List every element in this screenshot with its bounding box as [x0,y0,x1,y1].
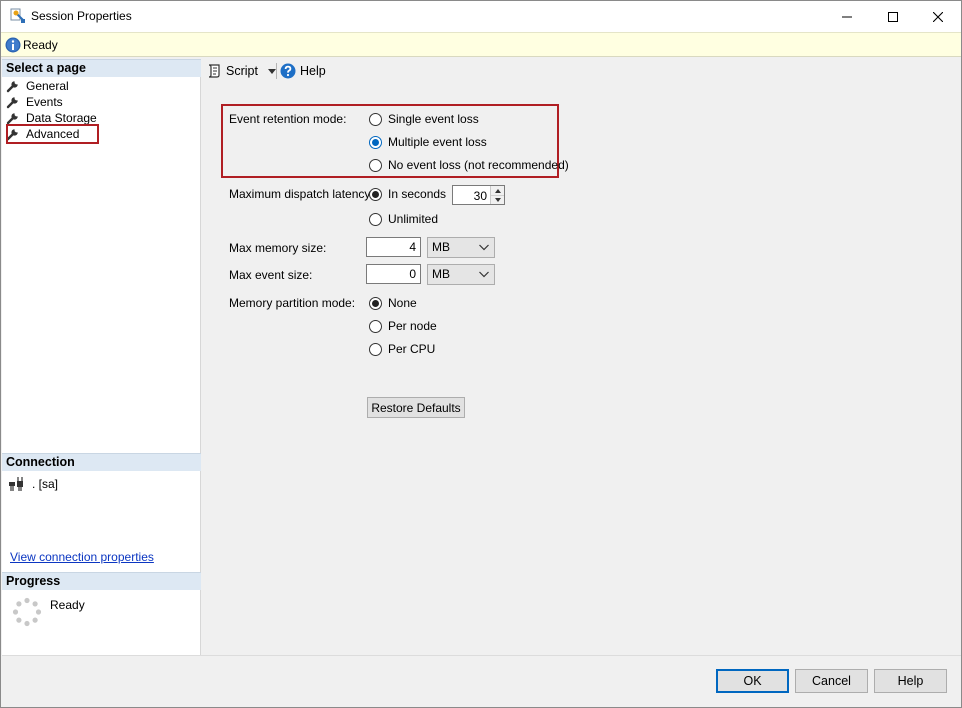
chevron-down-icon [479,244,489,251]
connection-value: . [sa] [32,477,59,491]
dispatch-seconds-value: 30 [473,189,487,203]
left-pane: Select a page General Events Data Storag… [2,59,201,655]
session-properties-window: Session Properties Ready Select a page G… [0,0,962,708]
script-label: Script [226,64,258,78]
status-strip: Ready [1,32,961,57]
minimize-button[interactable] [824,1,870,32]
toolbar: Script Help [203,59,961,83]
radio-label: Unlimited [388,212,439,226]
title-bar: Session Properties [1,1,961,32]
max-event-size-unit-select[interactable]: MB [427,264,495,285]
radio-partition-per-cpu[interactable]: Per CPU [369,341,435,357]
stepper-up-button[interactable] [491,186,504,195]
radio-partition-per-node[interactable]: Per node [369,318,437,334]
radio-circle [369,135,382,149]
script-button[interactable]: Script [206,62,276,80]
memory-partition-label: Memory partition mode: [229,296,356,310]
connection-icon [9,477,23,491]
radio-circle [369,187,382,201]
dispatch-seconds-stepper[interactable]: 30 [452,185,505,205]
connection-info: . [sa] [8,476,58,492]
window-title: Session Properties [31,9,132,23]
radio-circle [369,296,382,310]
radio-in-seconds[interactable]: In seconds [369,186,446,202]
progress-spinner-icon [12,597,42,627]
radio-multiple-event-loss[interactable]: Multiple event loss [369,134,487,150]
wrench-icon [6,113,18,125]
radio-partition-none[interactable]: None [369,295,417,311]
chevron-up-icon [494,188,501,193]
radio-single-event-loss[interactable]: Single event loss [369,111,479,127]
view-connection-properties-link[interactable]: View connection properties [10,550,154,564]
help-button[interactable]: Help [874,669,947,693]
event-retention-label: Event retention mode: [229,112,347,126]
info-icon [5,37,21,53]
ok-button[interactable]: OK [716,669,789,693]
chevron-down-icon [494,198,501,202]
radio-circle [369,112,382,126]
close-button[interactable] [915,1,961,32]
minimize-icon [842,16,852,17]
right-pane: Script Help Event retention mode: Single… [203,59,961,655]
page-item-label: Data Storage [26,111,97,125]
close-icon [933,11,943,22]
radio-label: None [388,296,417,310]
help-icon [280,63,296,79]
chevron-down-icon [479,271,489,278]
help-toolbar-button[interactable]: Help [280,62,326,80]
radio-no-event-loss[interactable]: No event loss (not recommended) [369,157,569,173]
page-item-label: Events [26,95,63,109]
radio-circle [369,342,382,356]
app-icon [10,8,25,23]
progress-header: Progress [2,572,201,590]
wrench-icon [6,81,18,93]
wrench-icon [6,97,18,109]
progress-status: Ready [50,598,85,612]
max-memory-label: Max memory size: [229,241,327,255]
dialog-footer: OK Cancel Help [2,655,961,707]
selected-page-highlight [6,124,99,144]
select-value: MB [432,267,450,281]
max-memory-unit-select[interactable]: MB [427,237,495,258]
radio-label: In seconds [388,187,447,201]
max-memory-input[interactable]: 4 [366,237,421,257]
radio-unlimited[interactable]: Unlimited [369,211,438,227]
max-event-size-input[interactable]: 0 [366,264,421,284]
page-item-general[interactable]: General [6,78,69,94]
select-page-header: Select a page [2,59,201,77]
help-label: Help [300,64,326,78]
maximize-button[interactable] [870,1,916,32]
radio-label: Multiple event loss [388,135,487,149]
stepper-down-button[interactable] [491,195,504,204]
maximize-icon [888,11,898,22]
radio-label: Single event loss [388,112,479,126]
dropdown-arrow-icon [267,68,276,74]
radio-label: No event loss (not recommended) [388,158,569,172]
script-icon [208,64,220,78]
select-value: MB [432,240,450,254]
toolbar-separator [276,63,277,79]
radio-circle [369,319,382,333]
page-item-label: General [26,79,69,93]
cancel-button[interactable]: Cancel [795,669,868,693]
restore-defaults-button[interactable]: Restore Defaults [367,397,465,418]
connection-header: Connection [2,453,201,471]
status-text: Ready [23,38,58,52]
stepper-arrows [490,186,504,204]
radio-label: Per node [388,319,437,333]
radio-label: Per CPU [388,342,436,356]
page-item-events[interactable]: Events [6,94,63,110]
radio-circle [369,212,382,226]
radio-circle [369,158,382,172]
dispatch-latency-label: Maximum dispatch latency: [229,187,374,201]
max-event-size-label: Max event size: [229,268,313,282]
